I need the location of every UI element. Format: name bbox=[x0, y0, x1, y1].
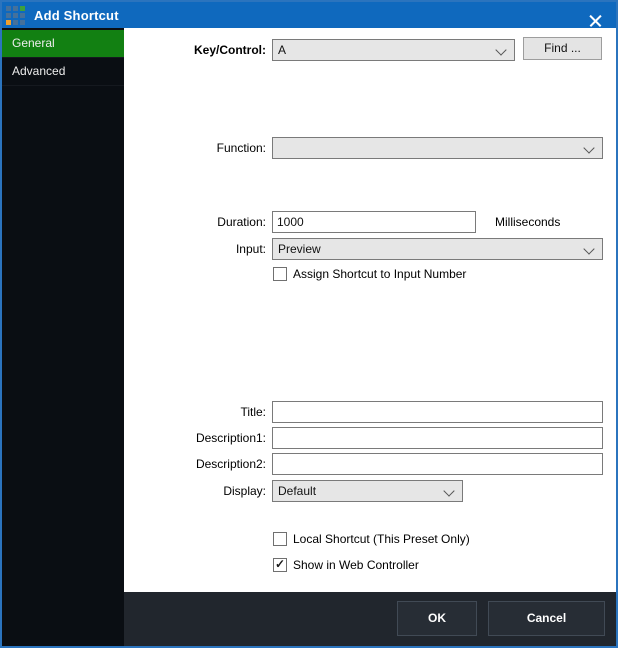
add-shortcut-dialog: Add Shortcut General Advanced Key/Contro… bbox=[0, 0, 618, 648]
duration-label: Duration: bbox=[124, 211, 266, 233]
chevron-down-icon bbox=[583, 243, 594, 254]
description2-input[interactable] bbox=[272, 453, 603, 475]
input-dropdown[interactable]: Preview bbox=[272, 238, 603, 260]
description1-label: Description1: bbox=[124, 427, 266, 449]
display-dropdown[interactable]: Default bbox=[272, 480, 463, 502]
key-control-dropdown[interactable]: A bbox=[272, 39, 515, 61]
web-controller-checkbox-row[interactable]: Show in Web Controller bbox=[273, 558, 419, 572]
key-control-label: Key/Control: bbox=[124, 39, 266, 61]
title-label: Title: bbox=[124, 401, 266, 423]
milliseconds-label: Milliseconds bbox=[495, 211, 560, 233]
assign-shortcut-checkbox-row[interactable]: Assign Shortcut to Input Number bbox=[273, 267, 466, 281]
description2-label: Description2: bbox=[124, 453, 266, 475]
window-title: Add Shortcut bbox=[34, 8, 119, 23]
cancel-button[interactable]: Cancel bbox=[488, 601, 605, 636]
local-shortcut-checkbox-label: Local Shortcut (This Preset Only) bbox=[293, 532, 470, 546]
sidebar: General Advanced bbox=[2, 28, 124, 646]
web-controller-checkbox-label: Show in Web Controller bbox=[293, 558, 419, 572]
function-dropdown[interactable] bbox=[272, 137, 603, 159]
footer-bar: OK Cancel bbox=[124, 592, 616, 646]
local-shortcut-checkbox[interactable] bbox=[273, 532, 287, 546]
title-bar: Add Shortcut bbox=[2, 2, 616, 28]
assign-shortcut-checkbox-label: Assign Shortcut to Input Number bbox=[293, 267, 466, 281]
web-controller-checkbox[interactable] bbox=[273, 558, 287, 572]
input-label: Input: bbox=[124, 238, 266, 260]
general-panel: Key/Control: A Find ... Function: Durati… bbox=[124, 28, 616, 646]
chevron-down-icon bbox=[583, 142, 594, 153]
ok-button[interactable]: OK bbox=[397, 601, 477, 636]
sidebar-item-advanced[interactable]: Advanced bbox=[2, 58, 124, 86]
input-value: Preview bbox=[278, 239, 580, 259]
local-shortcut-checkbox-row[interactable]: Local Shortcut (This Preset Only) bbox=[273, 532, 470, 546]
duration-input[interactable] bbox=[272, 211, 476, 233]
app-logo-icon bbox=[6, 6, 25, 25]
assign-shortcut-checkbox[interactable] bbox=[273, 267, 287, 281]
key-control-value: A bbox=[278, 40, 492, 60]
find-button[interactable]: Find ... bbox=[523, 37, 602, 60]
sidebar-item-general[interactable]: General bbox=[2, 30, 124, 58]
description1-input[interactable] bbox=[272, 427, 603, 449]
title-input[interactable] bbox=[272, 401, 603, 423]
function-label: Function: bbox=[124, 137, 266, 159]
chevron-down-icon bbox=[495, 44, 506, 55]
display-value: Default bbox=[278, 481, 440, 501]
chevron-down-icon bbox=[443, 485, 454, 496]
close-button[interactable] bbox=[574, 2, 616, 28]
close-icon bbox=[588, 14, 603, 29]
display-label: Display: bbox=[124, 480, 266, 502]
